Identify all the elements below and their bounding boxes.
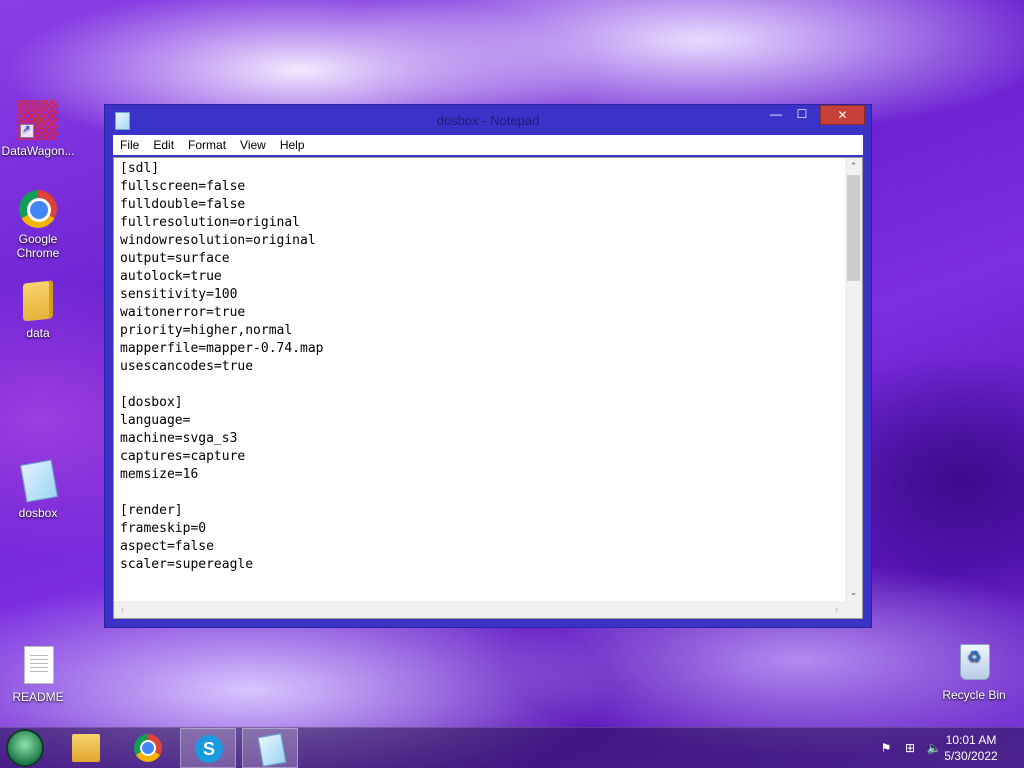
text-line[interactable]: scaler=supereagle bbox=[120, 556, 842, 574]
network-icon[interactable]: ⊞ bbox=[902, 740, 918, 756]
menu-bar: File Edit Format View Help bbox=[113, 135, 863, 155]
scroll-up-arrow-icon[interactable]: ⌃ bbox=[845, 158, 862, 175]
window-title: dosbox - Notepad bbox=[436, 113, 540, 128]
desktop-icon-recycle-bin[interactable]: Recycle Bin bbox=[936, 644, 1012, 702]
menu-format[interactable]: Format bbox=[181, 135, 233, 155]
system-tray: ⚑ ⊞ 🔈 10:01 AM 5/30/2022 bbox=[864, 728, 1024, 768]
file-explorer-icon bbox=[72, 734, 100, 762]
vertical-scrollbar[interactable]: ⌃ ⌄ bbox=[845, 158, 862, 601]
desktop-icon-readme[interactable]: README bbox=[0, 646, 76, 704]
text-line[interactable]: [render] bbox=[120, 502, 842, 520]
taskbar-notepad[interactable] bbox=[242, 728, 298, 768]
notepad-icon bbox=[257, 733, 287, 767]
text-line[interactable]: captures=capture bbox=[120, 448, 842, 466]
size-grip bbox=[845, 601, 862, 618]
text-line[interactable]: priority=higher,normal bbox=[120, 322, 842, 340]
close-button[interactable]: ✕ bbox=[820, 105, 865, 125]
chrome-icon bbox=[19, 190, 57, 228]
menu-view[interactable]: View bbox=[233, 135, 273, 155]
text-line[interactable]: mapperfile=mapper-0.74.map bbox=[120, 340, 842, 358]
text-line[interactable] bbox=[120, 484, 842, 502]
start-button[interactable] bbox=[8, 731, 42, 765]
skype-icon: S bbox=[195, 735, 223, 763]
desktop-icon-label: dosbox bbox=[18, 506, 58, 520]
text-line[interactable]: frameskip=0 bbox=[120, 520, 842, 538]
text-line[interactable]: fullscreen=false bbox=[120, 178, 842, 196]
menu-edit[interactable]: Edit bbox=[146, 135, 181, 155]
notepad-window[interactable]: dosbox - Notepad — ☐ ✕ File Edit Format … bbox=[104, 104, 872, 628]
taskbar-file-explorer[interactable] bbox=[58, 728, 114, 768]
action-center-flag-icon[interactable]: ⚑ bbox=[878, 740, 894, 756]
text-line[interactable]: usescancodes=true bbox=[120, 358, 842, 376]
horizontal-scrollbar[interactable]: ‹ › bbox=[114, 601, 845, 618]
desktop-icon-label: DataWagon... bbox=[1, 144, 75, 158]
desktop-icon-label: Google Chrome bbox=[16, 232, 60, 260]
desktop-icon-google-chrome[interactable]: Google Chrome bbox=[0, 190, 76, 260]
taskbar-google-chrome[interactable] bbox=[120, 728, 176, 768]
editor-text[interactable]: [sdl] fullscreen=false fulldouble=false ful… bbox=[120, 160, 842, 598]
scroll-left-arrow-icon[interactable]: ‹ bbox=[114, 601, 131, 618]
text-line[interactable]: language= bbox=[120, 412, 842, 430]
folder-icon bbox=[18, 280, 58, 322]
recycle-bin-icon bbox=[954, 644, 994, 684]
minimize-button[interactable]: — bbox=[763, 105, 789, 125]
title-bar[interactable]: dosbox - Notepad — ☐ ✕ bbox=[105, 105, 871, 135]
text-line[interactable]: [sdl] bbox=[120, 160, 842, 178]
menu-help[interactable]: Help bbox=[273, 135, 312, 155]
desktop-icon-dosbox[interactable]: dosbox bbox=[0, 459, 76, 520]
desktop-icon-datawagon[interactable]: DataWagon... bbox=[0, 100, 76, 158]
taskbar: S ⚑ ⊞ 🔈 10:01 AM 5/30/2022 bbox=[0, 727, 1024, 768]
maximize-button[interactable]: ☐ bbox=[789, 105, 815, 125]
text-line[interactable]: sensitivity=100 bbox=[120, 286, 842, 304]
clock-date: 5/30/2022 bbox=[944, 749, 998, 763]
text-document-icon bbox=[18, 646, 58, 686]
menu-file[interactable]: File bbox=[113, 135, 146, 155]
text-line[interactable]: memsize=16 bbox=[120, 466, 842, 484]
datawagon-shortcut-icon bbox=[18, 100, 58, 140]
text-line[interactable] bbox=[120, 376, 842, 394]
text-line[interactable]: machine=svga_s3 bbox=[120, 430, 842, 448]
text-line[interactable]: aspect=false bbox=[120, 538, 842, 556]
scroll-down-arrow-icon[interactable]: ⌄ bbox=[845, 584, 862, 601]
vertical-scroll-thumb[interactable] bbox=[847, 175, 860, 281]
text-line[interactable]: output=surface bbox=[120, 250, 842, 268]
text-line[interactable]: [dosbox] bbox=[120, 394, 842, 412]
shortcut-arrow-icon bbox=[20, 123, 34, 138]
text-line[interactable]: windowresolution=original bbox=[120, 232, 842, 250]
text-line[interactable]: fulldouble=false bbox=[120, 196, 842, 214]
text-line[interactable]: waitonerror=true bbox=[120, 304, 842, 322]
chrome-icon bbox=[134, 734, 162, 762]
notepad-file-icon bbox=[18, 459, 59, 503]
desktop-icon-label: README bbox=[12, 690, 64, 704]
text-line[interactable]: fullresolution=original bbox=[120, 214, 842, 232]
desktop-icon-label: Recycle Bin bbox=[942, 688, 1006, 702]
clock[interactable]: 10:01 AM 5/30/2022 bbox=[936, 732, 1006, 764]
text-line[interactable]: autolock=true bbox=[120, 268, 842, 286]
scroll-right-arrow-icon[interactable]: › bbox=[828, 601, 845, 618]
clock-time: 10:01 AM bbox=[945, 733, 997, 747]
desktop-icon-label: data bbox=[26, 326, 50, 340]
taskbar-skype[interactable]: S bbox=[180, 728, 236, 768]
desktop-icon-data[interactable]: data bbox=[0, 280, 76, 340]
text-editor[interactable]: [sdl] fullscreen=false fulldouble=false ful… bbox=[113, 157, 863, 619]
